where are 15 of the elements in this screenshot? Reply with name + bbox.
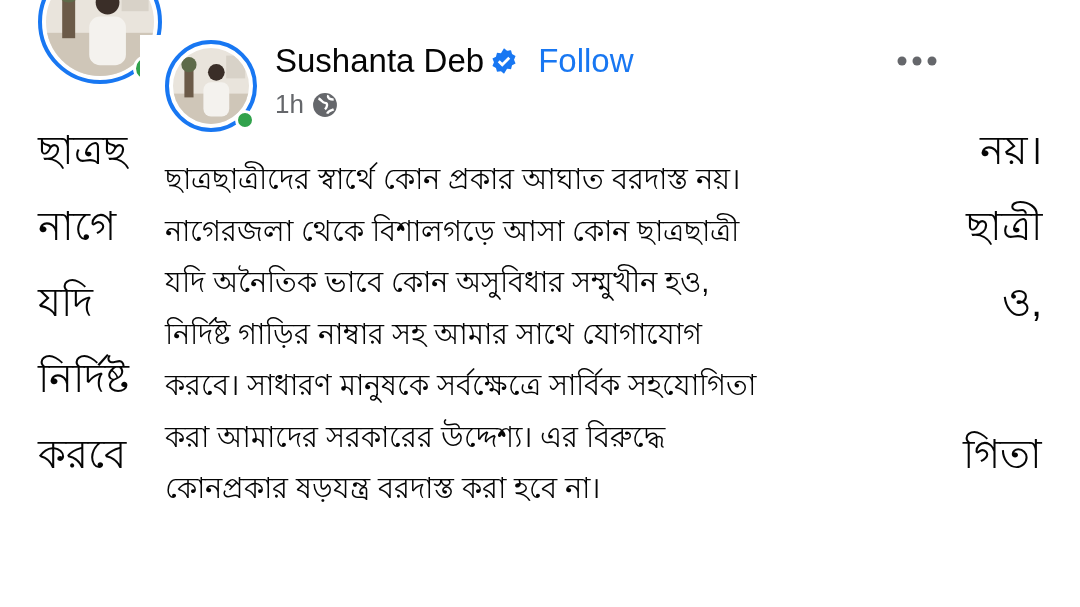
follow-link[interactable]: Follow — [538, 41, 634, 81]
post-text: নয়। — [980, 127, 1042, 174]
post-time[interactable]: 1h — [275, 85, 304, 124]
post-text: নাগে — [38, 203, 116, 250]
author-name[interactable]: Sushanta Deb — [275, 41, 485, 81]
post-text: ছাত্রছ — [38, 127, 127, 174]
post-text: ছাত্রী — [966, 196, 1042, 256]
more-options-icon[interactable] — [896, 56, 938, 66]
post-text: ছাত্রছাত্রীদের স্বার্থে কোন প্রকার আঘাত বরদাস্ত নয়। নাগেরজলা থেকে বিশালগড়ে আসা কোন ছাত্রছাত্রী যদি অনৈতিক ভাবে কোন অসুবিধার সম্মুখীন হও, নির্দিষ্ট গাড়ির নাম্বার সহ আমার সাথে যোগাযোগ করবে। সাধারণ মানুষকে সর্বক্ষেত্রে সার্বিক সহযোগিতা করা আমাদের সরকারের উদ্দেশ্য। এর বিরুদ্ধে কোনপ্রকার ষড়যন্ত্র বরদাস্ত করা হবে না। — [165, 160, 758, 506]
globe-icon — [311, 91, 338, 118]
post-text: যদি — [38, 278, 93, 326]
post-text: ও, — [1001, 279, 1042, 326]
post-text: গিতা — [963, 430, 1042, 478]
post-text: নির্দিষ্ট — [38, 353, 129, 402]
post-text: করবে — [38, 431, 126, 478]
